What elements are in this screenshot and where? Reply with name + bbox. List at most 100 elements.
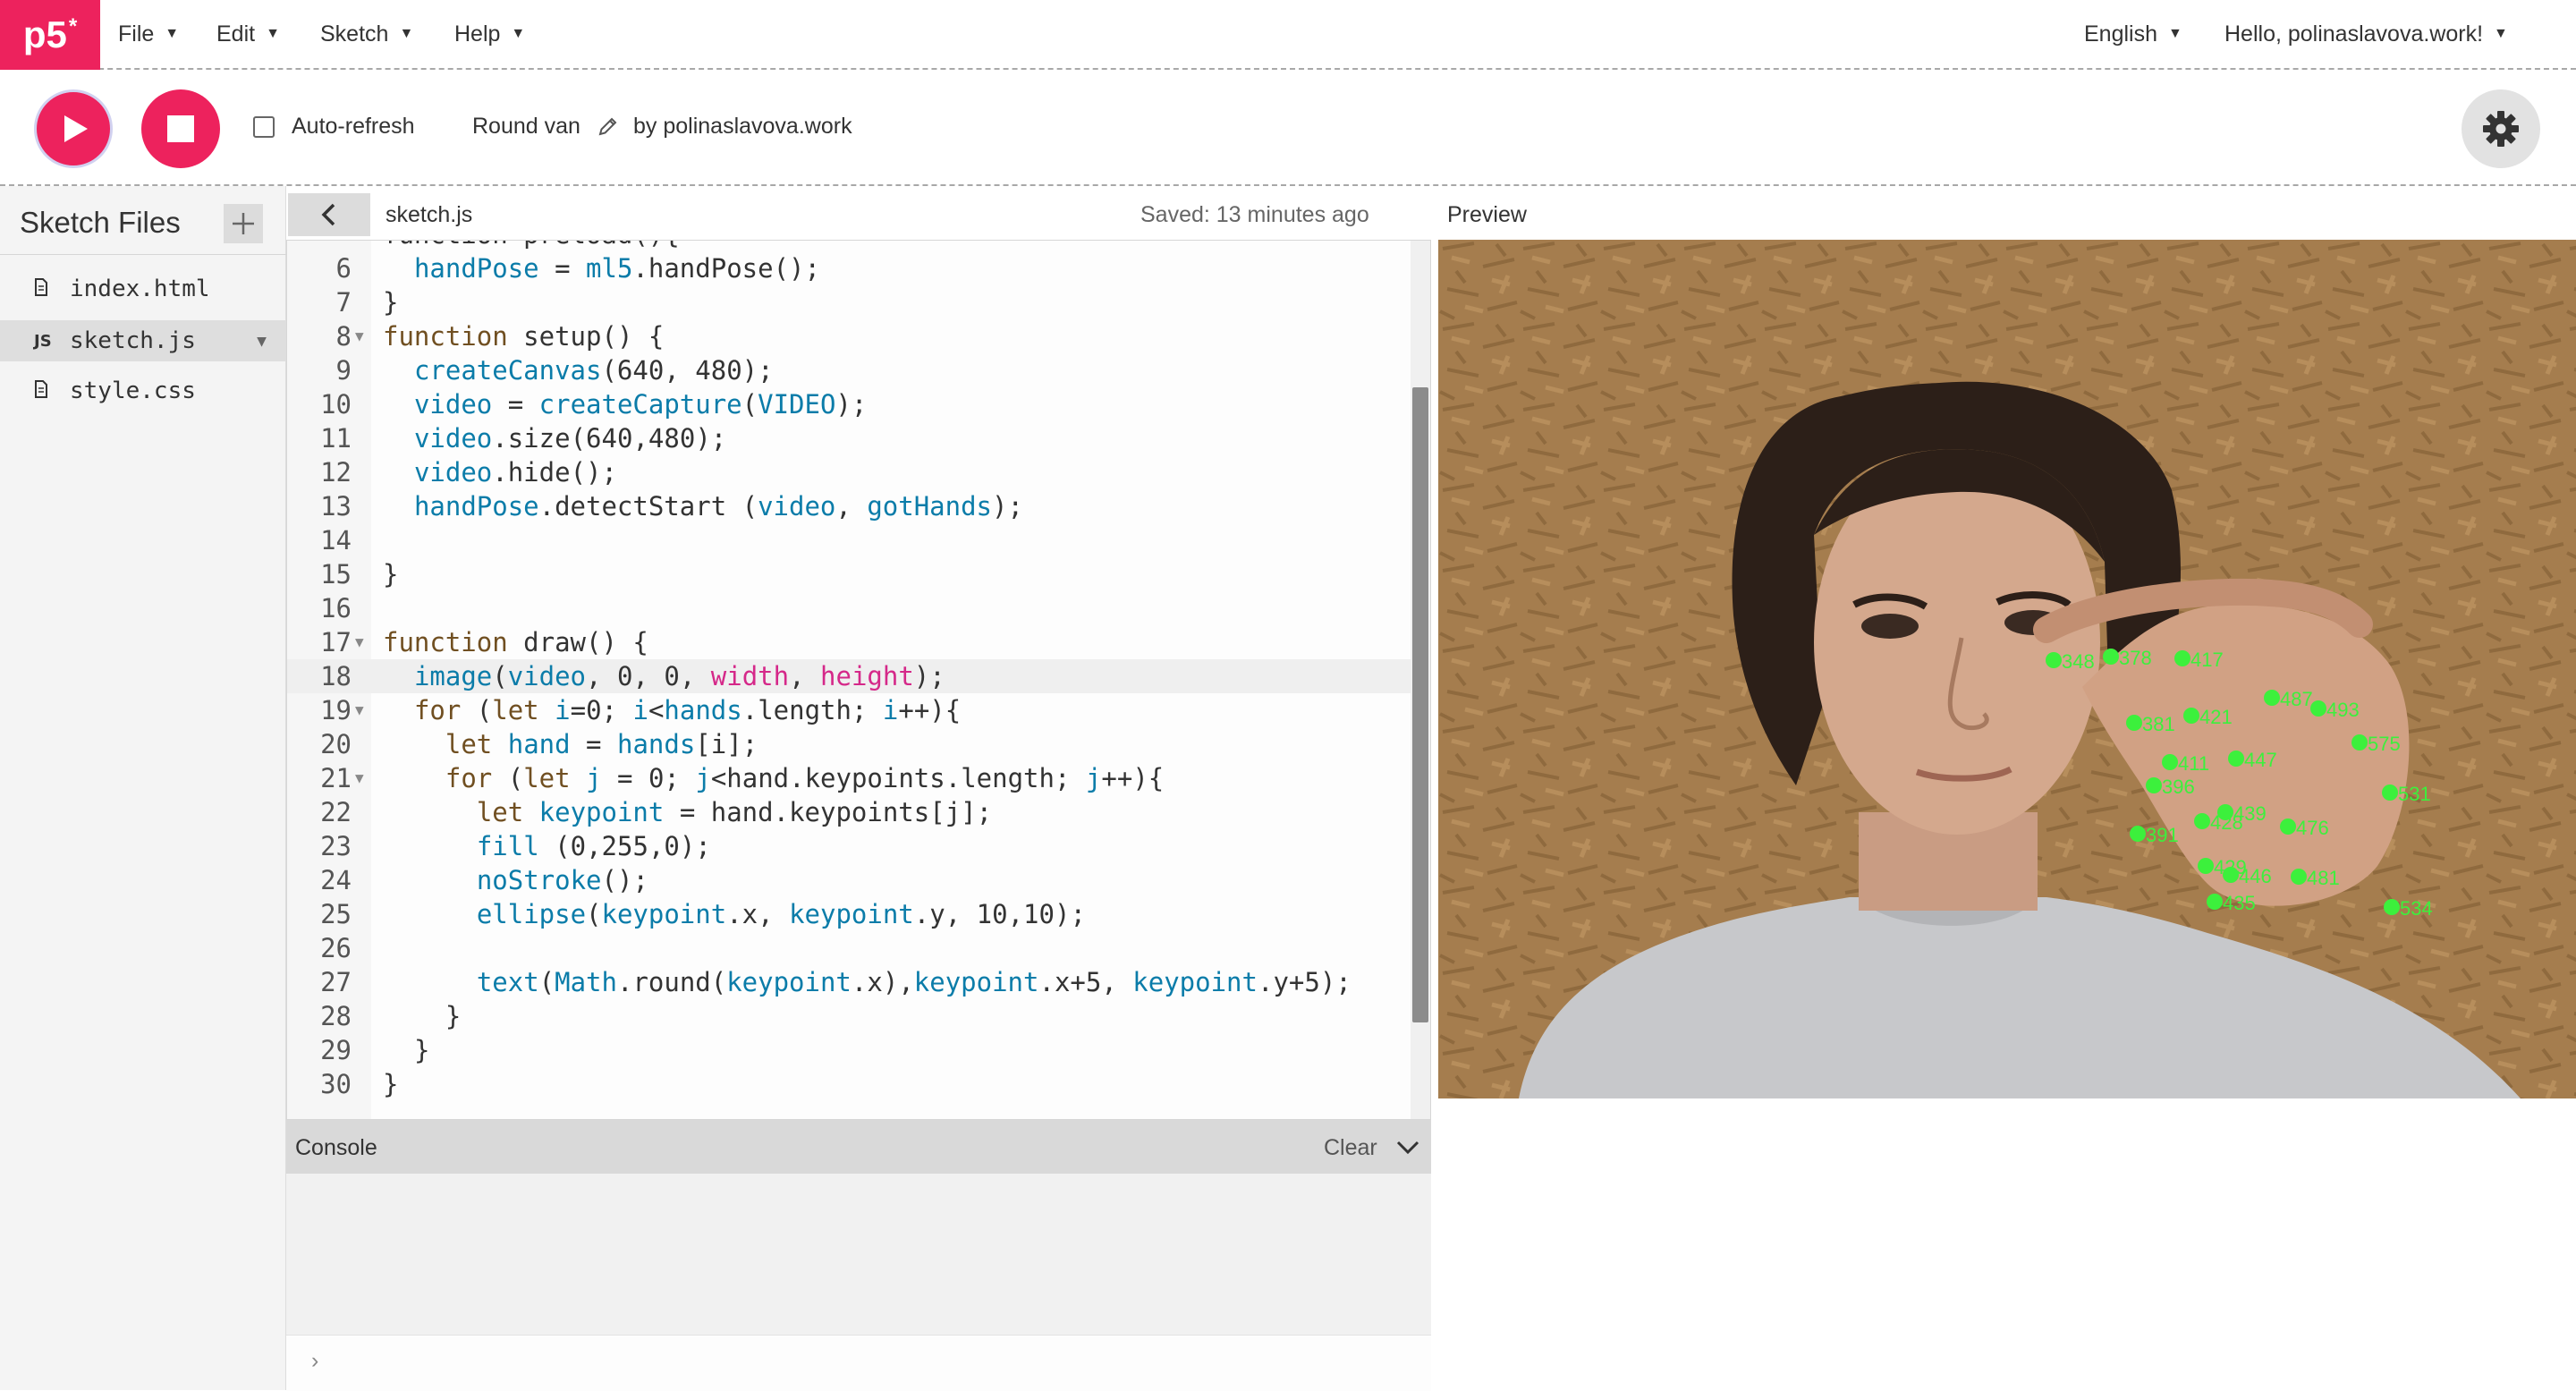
auto-refresh-label: Auto-refresh (292, 114, 415, 139)
js-badge: JS (34, 331, 52, 351)
line-number: 16 (320, 593, 352, 623)
user-greeting: Hello, polinaslavova.work! (2224, 21, 2484, 47)
keypoint-label: 435 (2223, 892, 2256, 914)
code-text: video = createCapture(VIDEO); (413, 389, 868, 420)
fold-toggle-icon[interactable]: ▼ (355, 319, 364, 353)
code-text: let hand = hands[i]; (445, 729, 758, 759)
language-menu[interactable]: English ▼ (2084, 0, 2182, 68)
line-number: 6 (335, 253, 352, 284)
code-line: 25 ellipse(keypoint.x, keypoint.y, 10,10… (287, 897, 1412, 931)
caret-down-icon: ▼ (2168, 26, 2182, 41)
code-text: for (let i=0; i<hands.length; i++){ (413, 695, 962, 725)
code-line: 22 let keypoint = hand.keypoints[j]; (287, 795, 1412, 829)
code-line: 10 video = createCapture(VIDEO); (287, 387, 1412, 421)
code-line: 14 (287, 523, 1412, 557)
file-item-style-css[interactable]: style.css (0, 370, 286, 411)
keypoint-dot (2264, 690, 2280, 706)
stop-icon (167, 115, 194, 142)
console-clear-button[interactable]: Clear (1324, 1135, 1377, 1161)
file-name: index.html (70, 276, 210, 302)
console-output (286, 1174, 1431, 1335)
line-number: 15 (320, 559, 352, 589)
keypoint-label: 391 (2146, 824, 2179, 846)
code-line: 13 handPose.detectStart (video, gotHands… (287, 489, 1412, 523)
code-text: ellipse(keypoint.x, keypoint.y, 10,10); (476, 899, 1086, 929)
code-text: } (383, 559, 399, 589)
keypoint-label: 575 (2368, 733, 2401, 755)
keypoint-label: 348 (2062, 650, 2095, 673)
code-line: 18 image(video, 0, 0, width, height); (287, 659, 1412, 693)
add-file-button[interactable] (224, 204, 263, 243)
keypoint-dot (2382, 785, 2398, 801)
code-text: } (383, 287, 399, 318)
auto-refresh-checkbox[interactable] (253, 116, 275, 138)
collapse-sidebar-button[interactable] (288, 193, 370, 236)
code-line: 16 (287, 591, 1412, 625)
fold-toggle-icon[interactable]: ▼ (355, 761, 364, 795)
stop-button[interactable] (141, 89, 220, 168)
code-line: 28 } (287, 999, 1412, 1033)
keypoint-label: 481 (2307, 867, 2340, 889)
console-header: Console Clear (286, 1120, 1431, 1174)
code-editor[interactable]: function preload(){6 handPose = ml5.hand… (286, 240, 1431, 1120)
code-text: function setup() { (383, 321, 665, 352)
keypoint-label: 381 (2142, 713, 2175, 735)
line-number: 26 (320, 933, 352, 963)
play-button[interactable] (34, 89, 113, 168)
menu-file-label: File (118, 21, 155, 47)
sketch-name[interactable]: Round van (472, 114, 580, 140)
console-input[interactable]: › (286, 1335, 1431, 1391)
keypoint-label: 447 (2244, 749, 2277, 771)
logo-star: * (68, 14, 78, 38)
code-line: 30} (287, 1067, 1412, 1101)
code-line: 6 handPose = ml5.handPose(); (287, 251, 1412, 285)
p5-logo[interactable]: p5 * (0, 0, 100, 70)
code-text: function draw() { (383, 627, 648, 657)
line-number: 11 (320, 423, 352, 454)
code-line: 17 ▼ function draw() { (287, 625, 1412, 659)
line-number: 24 (320, 865, 352, 895)
editor-scrollbar[interactable] (1411, 241, 1430, 1119)
keypoint-label: 411 (2178, 752, 2209, 775)
file-icon (34, 379, 70, 403)
menu-help[interactable]: Help ▼ (454, 0, 525, 68)
line-number: 22 (320, 797, 352, 827)
fold-toggle-icon[interactable]: ▼ (355, 625, 364, 659)
fold-toggle-icon[interactable]: ▼ (355, 693, 364, 727)
code-text: handPose.detectStart (video, gotHands); (413, 491, 1023, 522)
code-text: video.size(640,480); (413, 423, 727, 454)
chevron-down-icon[interactable] (1395, 1136, 1420, 1158)
keypoint-dot (2183, 708, 2199, 724)
menu-sketch[interactable]: Sketch ▼ (320, 0, 413, 68)
caret-down-icon: ▼ (511, 26, 526, 41)
keypoint-dot (2280, 818, 2296, 835)
keypoint-dot (2291, 869, 2307, 885)
saved-status: Saved: 13 minutes ago (1140, 202, 1369, 227)
pencil-icon[interactable] (597, 115, 619, 137)
file-item-sketch-js[interactable]: JS sketch.js ▼ (0, 320, 286, 361)
line-number: 9 (335, 355, 352, 386)
caret-down-icon: ▼ (2494, 26, 2508, 41)
code-text: let keypoint = hand.keypoints[j]; (476, 797, 993, 827)
keypoint-label: 417 (2190, 649, 2224, 671)
file-options-caret-icon[interactable]: ▼ (257, 332, 267, 351)
toolbar: Auto-refresh Round van by polinaslavova.… (0, 70, 2576, 186)
preview-area: 348 378 417 381 421 487 493 575 411 447 396 531 439 4… (1438, 240, 2576, 1390)
menu-edit[interactable]: Edit ▼ (216, 0, 280, 68)
editor-scrollbar-thumb[interactable] (1412, 387, 1428, 1022)
code-text: video.hide(); (413, 457, 617, 488)
code-line: 19 ▼ for (let i=0; i<hands.length; i++){ (287, 693, 1412, 727)
code-line: 26 (287, 931, 1412, 965)
user-menu[interactable]: Hello, polinaslavova.work! ▼ (2224, 0, 2508, 68)
line-number: 14 (320, 525, 352, 556)
settings-button[interactable] (2462, 89, 2540, 168)
caret-down-icon: ▼ (399, 26, 414, 41)
line-number: 20 (320, 729, 352, 759)
menu-file[interactable]: File ▼ (118, 0, 179, 68)
editor-tab-name[interactable]: sketch.js (386, 202, 472, 228)
line-number: 25 (320, 899, 352, 929)
file-item-index-html[interactable]: index.html (0, 268, 286, 310)
keypoint-dot (2103, 649, 2119, 665)
line-number: 19 (320, 695, 352, 725)
preview-canvas[interactable]: 348 378 417381 421487 493575411 447396 5314394… (1438, 240, 2576, 1098)
